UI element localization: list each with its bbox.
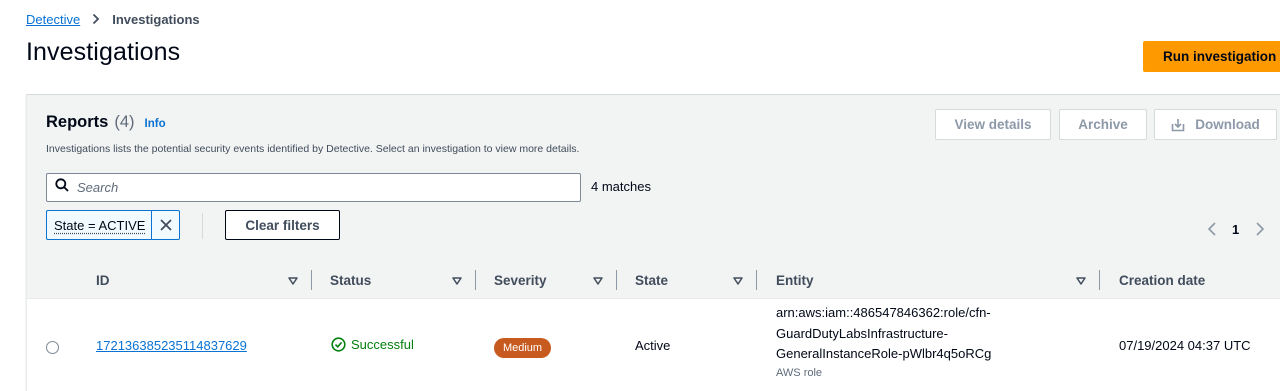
state-cell: Active: [635, 338, 671, 353]
breadcrumb: Detective Investigations: [26, 10, 200, 28]
status-text: Successful: [351, 337, 414, 352]
entity-type: AWS role: [776, 366, 823, 379]
reports-header: Reports (4) Info Investigations lists th…: [27, 95, 1280, 262]
page-number[interactable]: 1: [1232, 222, 1239, 237]
column-header-state[interactable]: State: [635, 262, 668, 299]
pagination: 1: [1205, 221, 1267, 237]
view-details-button[interactable]: View details: [935, 109, 1051, 140]
severity-badge: Medium: [494, 338, 551, 358]
investigation-id-link[interactable]: 172136385235114837629: [96, 338, 247, 353]
filter-token[interactable]: State = ACTIVE: [46, 210, 180, 240]
table-header: ID Status Severity State Entity Creation…: [27, 262, 1280, 299]
reports-title: Reports: [46, 113, 109, 131]
search-field[interactable]: [46, 173, 581, 202]
search-icon: [55, 178, 69, 197]
archive-button[interactable]: Archive: [1059, 109, 1147, 140]
caret-down-icon[interactable]: [451, 274, 463, 286]
status-check-icon: [331, 337, 346, 352]
column-header-severity[interactable]: Severity: [494, 262, 547, 299]
download-button-label: Download: [1195, 117, 1260, 132]
severity-cell: Medium: [494, 338, 551, 358]
reports-description: Investigations lists the potential secur…: [46, 143, 580, 155]
search-input[interactable]: [77, 180, 557, 195]
caret-down-icon[interactable]: [592, 274, 604, 286]
filter-token-label[interactable]: State = ACTIVE: [47, 218, 151, 233]
column-divider: [616, 270, 617, 290]
creation-date-cell: 07/19/2024 04:37 UTC: [1119, 338, 1251, 353]
reports-container: Reports (4) Info Investigations lists th…: [26, 94, 1280, 391]
chevron-left-icon[interactable]: [1205, 221, 1219, 237]
run-investigation-button[interactable]: Run investigation: [1143, 41, 1280, 72]
entity-arn-line: arn:aws:iam::486547846362:role/cfn-: [776, 305, 991, 320]
column-header-entity[interactable]: Entity: [776, 262, 814, 299]
download-icon: [1171, 118, 1185, 132]
table-row[interactable]: 172136385235114837629 Successful Medium …: [27, 300, 1280, 391]
download-button[interactable]: Download: [1154, 109, 1277, 140]
filter-divider: [202, 213, 203, 239]
column-header-id[interactable]: ID: [96, 262, 110, 299]
status-cell: Successful: [331, 337, 414, 352]
column-header-status[interactable]: Status: [330, 262, 371, 299]
breadcrumb-link-detective[interactable]: Detective: [26, 12, 80, 27]
column-divider: [475, 270, 476, 290]
column-divider: [1099, 270, 1100, 290]
entity-arn-line: GuardDutyLabsInfrastructure-: [776, 325, 948, 341]
chevron-right-icon[interactable]: [1253, 221, 1267, 237]
reports-count: (4): [114, 113, 135, 131]
column-header-creation-date[interactable]: Creation date: [1119, 262, 1205, 299]
row-select-radio[interactable]: [46, 341, 59, 354]
entity-cell: arn:aws:iam::486547846362:role/cfn- Guar…: [776, 303, 991, 379]
caret-down-icon[interactable]: [287, 274, 299, 286]
info-link[interactable]: Info: [145, 118, 166, 130]
chevron-right-icon: [90, 13, 102, 25]
breadcrumb-current: Investigations: [112, 11, 200, 27]
page-title: Investigations: [26, 38, 181, 66]
caret-down-icon[interactable]: [732, 274, 744, 286]
entity-arn-line: GeneralInstanceRole-pWlbr4q5oRCg: [776, 346, 992, 361]
close-icon[interactable]: [151, 211, 179, 239]
column-divider: [756, 270, 757, 290]
matches-count: 4 matches: [591, 179, 651, 194]
caret-down-icon[interactable]: [1075, 274, 1087, 286]
reports-heading: Reports (4) Info: [46, 113, 166, 132]
clear-filters-button[interactable]: Clear filters: [225, 210, 340, 240]
column-divider: [311, 270, 312, 290]
